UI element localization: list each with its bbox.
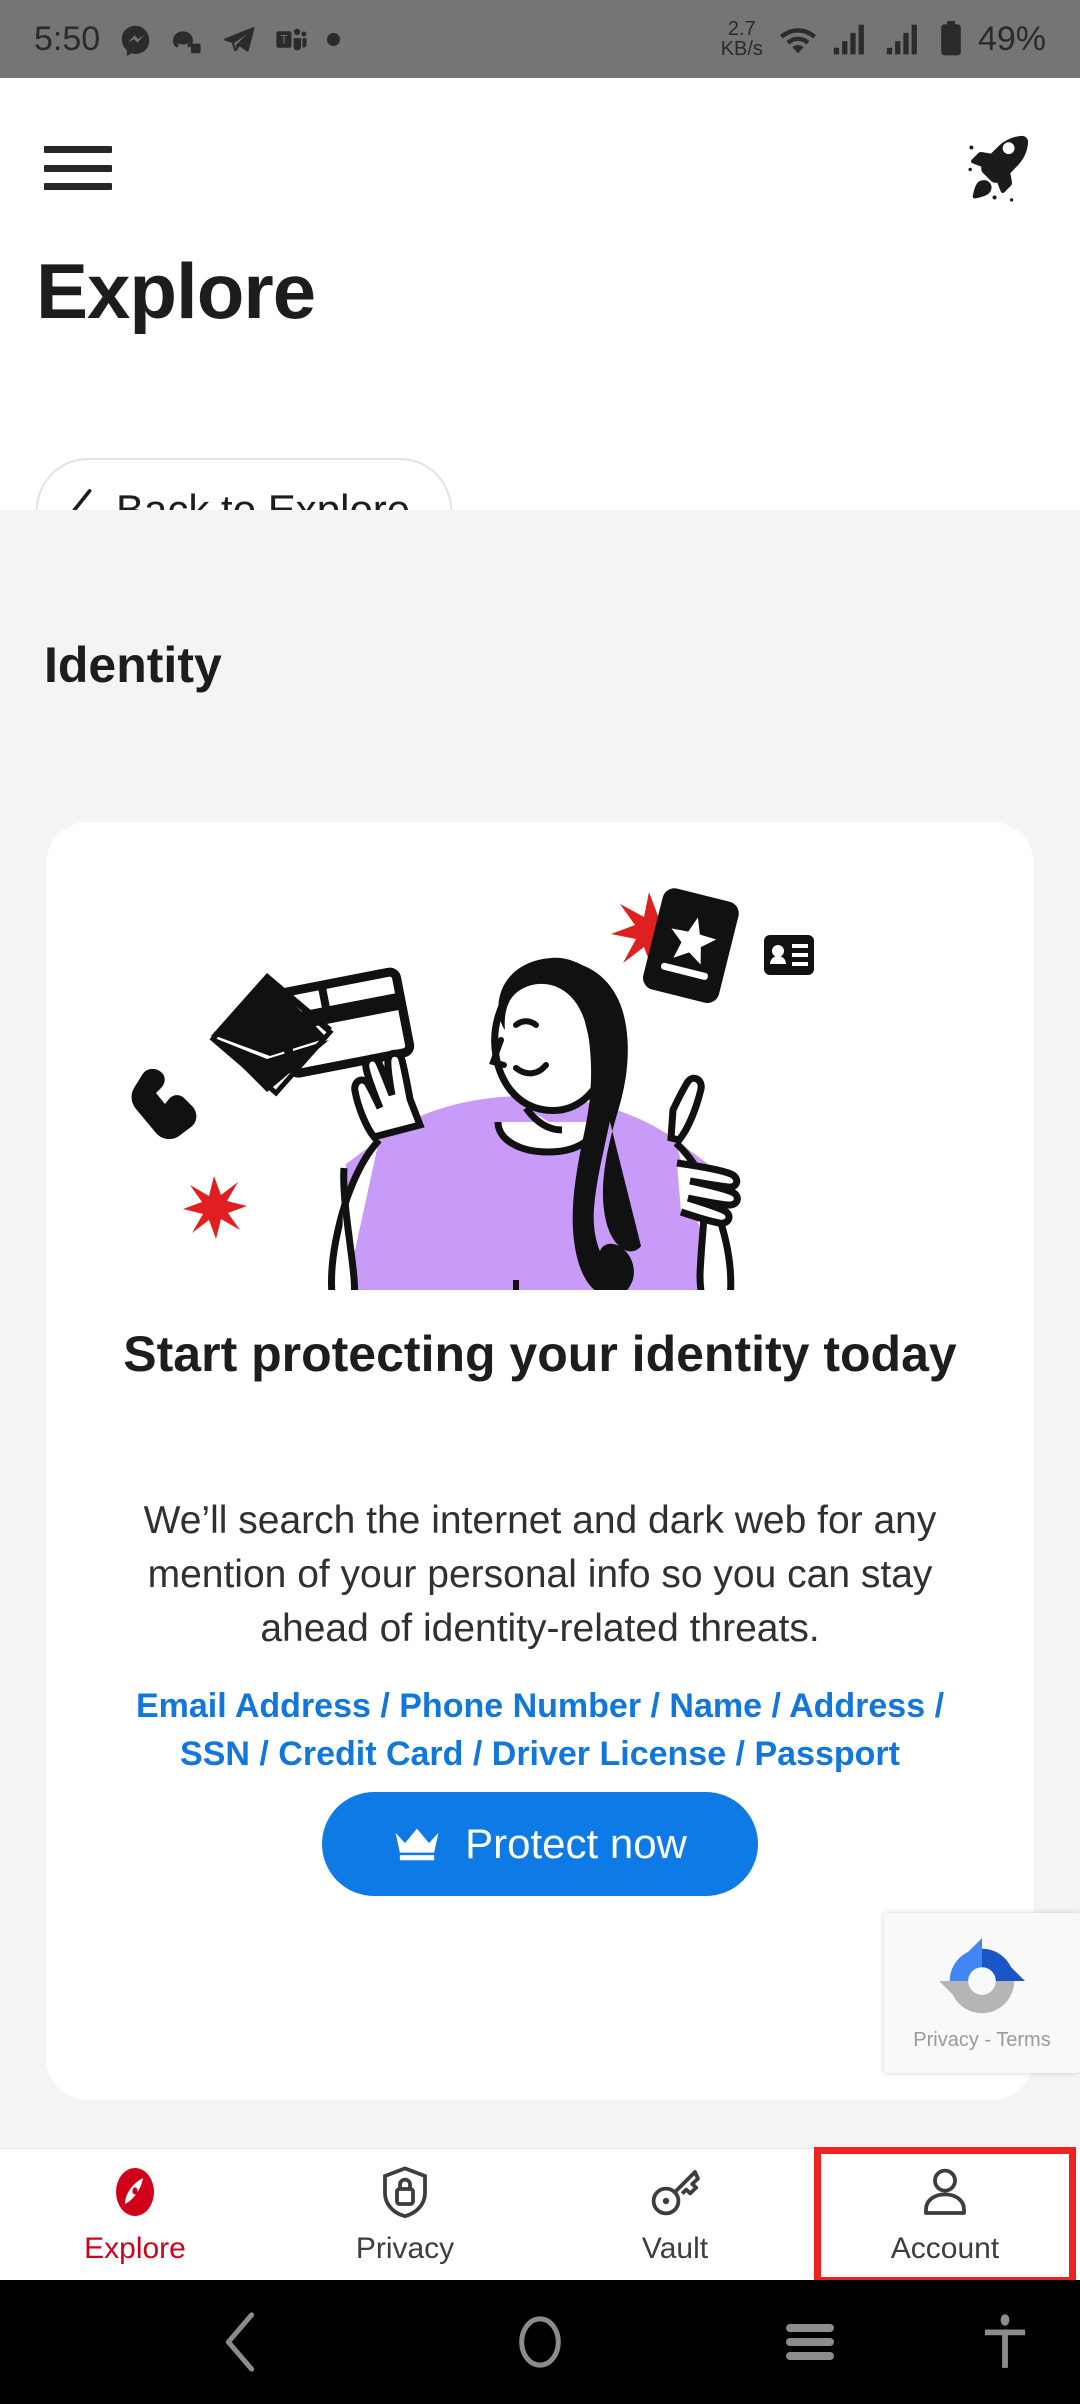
status-bar-left: 5:50 T: [34, 19, 341, 59]
battery-percentage: 49%: [977, 19, 1046, 58]
network-speed-indicator: 2.7 KB/s: [720, 17, 763, 60]
app-header: Explore Back to Explore: [0, 78, 1080, 562]
signal-icon: [886, 24, 917, 54]
shield-lock-icon: [383, 2165, 427, 2218]
teams-icon: T: [276, 28, 307, 50]
recaptcha-logo-icon: [939, 1937, 1025, 2013]
card-heading: Start protecting your identity today: [123, 1326, 957, 1382]
nav-item-explore[interactable]: Explore: [0, 2149, 270, 2280]
app-screen: 5:50 T 2.7 KB/s 49% Explore Identity Sta…: [0, 0, 1080, 2404]
network-speed-value: 2.7: [727, 17, 756, 40]
network-speed-unit: KB/s: [720, 38, 763, 60]
section-title: Identity: [44, 637, 222, 693]
crown-icon: [395, 1828, 439, 1861]
page-title: Explore: [36, 247, 316, 335]
key-icon: [651, 2169, 700, 2215]
status-bar-clock: 5:50: [34, 19, 101, 58]
hamburger-menu-icon[interactable]: [40, 140, 116, 196]
signal-icon: [833, 24, 864, 54]
nav-item-privacy[interactable]: Privacy: [270, 2149, 540, 2280]
rocket-icon[interactable]: [958, 128, 1036, 206]
nav-label-privacy: Privacy: [355, 2231, 455, 2265]
protect-now-label: Protect now: [465, 1820, 687, 1867]
wifi-icon: [779, 27, 816, 53]
android-recents-button[interactable]: [750, 2280, 870, 2404]
status-bar: 5:50 T 2.7 KB/s 49%: [0, 0, 1080, 78]
nav-label-explore: Explore: [84, 2231, 186, 2265]
android-system-nav: [0, 2280, 1080, 2404]
bottom-navigation-bar: Explore Privacy Vault Account: [0, 2147, 1080, 2284]
compass-icon: [116, 2167, 154, 2216]
recaptcha-badge[interactable]: Privacy - Terms: [884, 1913, 1080, 2073]
battery-icon: [941, 21, 961, 56]
back-icon: [225, 2312, 255, 2372]
notification-dot-icon: [327, 32, 341, 46]
android-home-button[interactable]: [480, 2280, 600, 2404]
nav-label-vault: Vault: [641, 2231, 709, 2265]
recents-icon: [786, 2324, 834, 2360]
nav-item-vault[interactable]: Vault: [540, 2149, 810, 2280]
accessibility-icon: [984, 2314, 1026, 2368]
messenger-icon: [121, 25, 150, 56]
nav-label-account: Account: [890, 2231, 1000, 2265]
android-accessibility-button[interactable]: [950, 2280, 1060, 2404]
home-icon: [519, 2316, 561, 2368]
person-icon: [924, 2168, 966, 2215]
card-data-types-link[interactable]: Email Address / Phone Number / Name / Ad…: [98, 1682, 982, 1779]
telegram-icon: [224, 26, 255, 52]
recaptcha-legal-text[interactable]: Privacy - Terms: [913, 2029, 1050, 2052]
svg-text:T: T: [280, 32, 288, 46]
content-area: Identity Start protecting your identity …: [0, 510, 1080, 2148]
discord-icon: [173, 30, 201, 53]
android-back-button[interactable]: [180, 2280, 300, 2404]
card-description: We’ll search the internet and dark web f…: [143, 1499, 937, 1650]
identity-juggling-illustration: [131, 888, 814, 1290]
identity-promo-card: Start protecting your identity today We’…: [46, 822, 1034, 2100]
status-bar-right: 2.7 KB/s 49%: [720, 17, 1046, 60]
nav-item-account[interactable]: Account: [810, 2147, 1080, 2284]
protect-now-button[interactable]: Protect now: [322, 1792, 758, 1896]
